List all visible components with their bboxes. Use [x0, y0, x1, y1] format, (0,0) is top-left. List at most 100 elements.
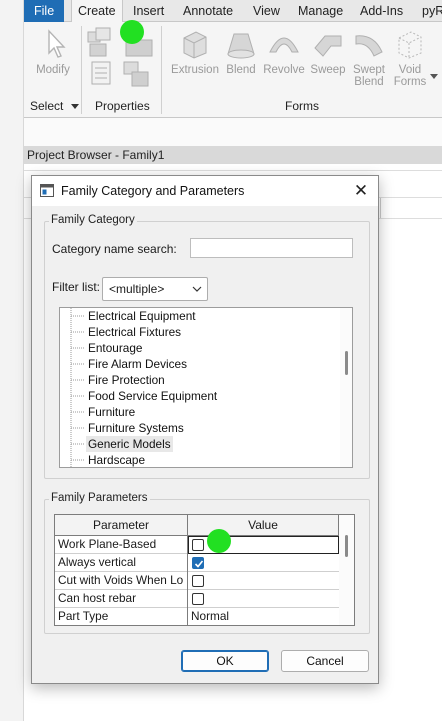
checkbox-unchecked[interactable] — [192, 539, 204, 551]
close-icon[interactable]: ✕ — [350, 180, 372, 202]
tab-insert[interactable]: Insert — [127, 0, 170, 22]
tree-line-icon — [70, 356, 84, 372]
revolve-label: Revolve — [263, 64, 305, 76]
revolve-tool[interactable]: Revolve — [260, 28, 308, 76]
blend-icon — [227, 33, 255, 59]
category-list-item-label: Food Service Equipment — [88, 389, 218, 403]
forms-panel-label: Forms — [285, 99, 319, 113]
parameter-value[interactable] — [188, 572, 339, 590]
parameter-name: Work Plane-Based — [55, 536, 188, 554]
sweep-tool[interactable]: Sweep — [308, 28, 348, 76]
void-forms-label-2: Forms — [393, 76, 427, 88]
category-list-item-label: Hardscape — [88, 453, 146, 467]
category-list-item-label: Furniture — [88, 405, 136, 419]
swept-blend-label-2: Blend — [354, 76, 384, 88]
tab-manage[interactable]: Manage — [292, 0, 349, 22]
left-edge-strip — [0, 0, 24, 721]
tree-line-icon — [70, 372, 84, 388]
panel-separator — [81, 26, 82, 114]
extrusion-tool[interactable]: Extrusion — [168, 28, 222, 76]
category-list-item[interactable]: Electrical Equipment — [60, 308, 340, 324]
category-list-item-label: Furniture Systems — [88, 421, 184, 435]
category-list-item[interactable]: Furniture — [60, 404, 340, 420]
tree-line-icon — [70, 324, 84, 340]
tree-line-icon — [70, 388, 84, 404]
chevron-down-icon[interactable] — [430, 74, 438, 80]
category-list-item[interactable]: Furniture Systems — [60, 420, 340, 436]
project-browser-title: Project Browser - Family1 — [24, 146, 442, 164]
parameter-row: Part Type Normal — [55, 608, 339, 625]
parameter-row: Always vertical — [55, 554, 339, 572]
scroll-thumb[interactable] — [345, 351, 348, 375]
void-forms-label-1: Void — [398, 64, 422, 76]
category-list-item[interactable]: Food Service Equipment — [60, 388, 340, 404]
category-list-item[interactable]: Fire Protection — [60, 372, 340, 388]
swept-blend-label-1: Swept — [353, 64, 385, 76]
category-list-item-label: Fire Alarm Devices — [88, 357, 187, 371]
category-list-item-label: Electrical Fixtures — [88, 325, 182, 339]
tab-annotate[interactable]: Annotate — [177, 0, 239, 22]
sweep-label: Sweep — [310, 64, 346, 76]
filter-list-select[interactable]: <multiple> — [102, 277, 208, 301]
select-panel-label[interactable]: Select — [30, 99, 79, 113]
parameters-scrollbar[interactable] — [339, 515, 354, 625]
tree-line-icon — [70, 308, 84, 324]
ok-button[interactable]: OK — [181, 650, 269, 672]
tree-line-icon — [70, 452, 84, 467]
parameter-name: Always vertical — [55, 554, 188, 572]
category-list-item[interactable]: Entourage — [60, 340, 340, 356]
tab-add-ins[interactable]: Add-Ins — [354, 0, 409, 22]
properties-panel-label: Properties — [95, 99, 150, 113]
panel-separator — [161, 26, 162, 114]
parameter-value[interactable] — [188, 590, 339, 608]
cancel-button[interactable]: Cancel — [281, 650, 369, 672]
category-list[interactable]: Electrical Equipment Electrical Fixtures E… — [59, 307, 353, 468]
category-list-item-label: Fire Protection — [88, 373, 165, 387]
family-category-dialog: Family Category and Parameters ✕ Family … — [31, 175, 379, 684]
extrusion-icon — [183, 31, 207, 59]
category-list-item[interactable]: Hardscape — [60, 452, 340, 467]
category-list-item[interactable]: Fire Alarm Devices — [60, 356, 340, 372]
checkbox-unchecked[interactable] — [192, 593, 204, 605]
parameter-value[interactable]: Normal — [188, 608, 339, 625]
tab-create[interactable]: Create — [71, 0, 123, 23]
ribbon-tab-bar: File Create Insert Annotate View Manage … — [24, 0, 442, 23]
extrusion-label: Extrusion — [171, 64, 219, 76]
blend-tool[interactable]: Blend — [222, 28, 260, 76]
chevron-down-icon — [192, 286, 202, 292]
tab-view[interactable]: View — [247, 0, 286, 22]
category-list-scrollbar[interactable] — [340, 308, 352, 467]
void-forms-tool[interactable]: Void Forms — [390, 28, 430, 88]
tab-file[interactable]: File — [24, 0, 65, 22]
parameter-value[interactable] — [188, 554, 339, 572]
chevron-down-icon — [70, 104, 79, 109]
category-search-label: Category name search: — [52, 242, 177, 256]
sweep-icon — [314, 35, 342, 57]
category-list-item[interactable]: Generic Models — [60, 436, 340, 452]
checkbox-unchecked[interactable] — [192, 575, 204, 587]
column-header-parameter[interactable]: Parameter — [55, 515, 188, 536]
scroll-thumb[interactable] — [345, 535, 348, 557]
parameter-row: Work Plane-Based — [55, 536, 339, 554]
tab-pyrevit[interactable]: pyR — [416, 0, 442, 22]
revolve-icon — [269, 37, 299, 53]
category-search-input[interactable] — [190, 238, 353, 258]
parameter-name: Part Type — [55, 608, 188, 625]
blend-label: Blend — [226, 64, 256, 76]
category-list-item-label: Electrical Equipment — [88, 309, 196, 323]
click-marker — [207, 529, 231, 553]
void-cube-icon — [398, 31, 422, 59]
category-list-item[interactable]: Electrical Fixtures — [60, 324, 340, 340]
parameter-value-text: Normal — [191, 609, 230, 623]
dialog-titlebar[interactable]: Family Category and Parameters ✕ — [32, 176, 378, 206]
checkbox-checked[interactable] — [192, 557, 204, 569]
filter-list-label: Filter list: — [52, 280, 100, 294]
modify-tool[interactable]: Modify — [32, 28, 74, 76]
modify-label: Modify — [36, 64, 70, 76]
category-list-item-label: Entourage — [88, 341, 143, 355]
swept-blend-tool[interactable]: Swept Blend — [348, 28, 390, 88]
parameter-row: Cut with Voids When Lo — [55, 572, 339, 590]
dialog-title: Family Category and Parameters — [61, 184, 245, 198]
tree-line-icon — [70, 436, 84, 452]
category-list-item-label: Generic Models — [86, 436, 173, 452]
